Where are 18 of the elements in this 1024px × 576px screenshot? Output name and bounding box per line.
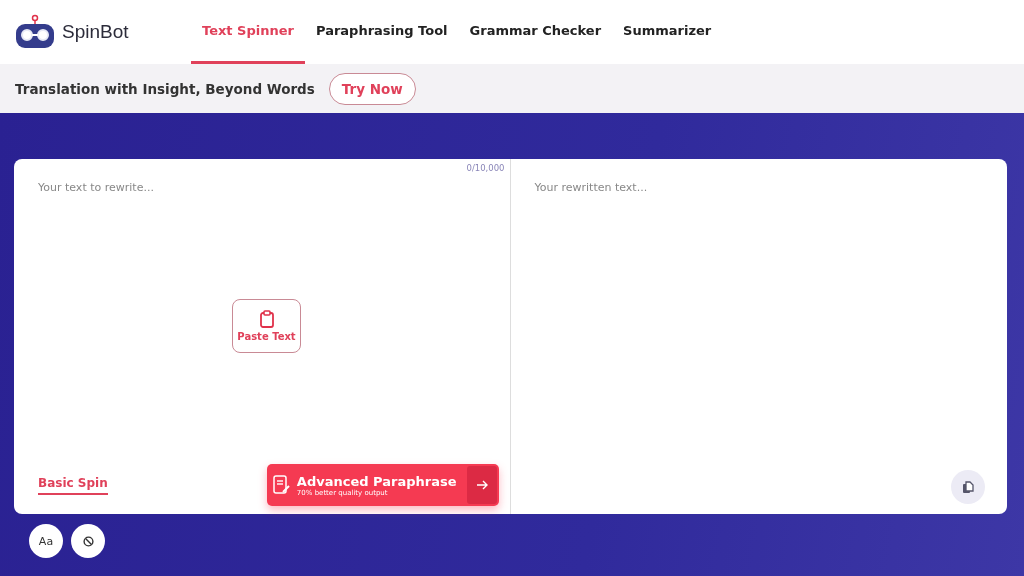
promo-text: Translation with Insight, Beyond Words bbox=[15, 80, 315, 97]
character-counter: 0/10,000 bbox=[466, 163, 505, 173]
robot-logo-icon bbox=[14, 14, 56, 50]
copy-icon bbox=[962, 480, 974, 494]
ban-icon bbox=[82, 535, 94, 547]
nav-tab[interactable]: Paraphrasing Tool bbox=[304, 0, 459, 64]
arrow-right-icon bbox=[475, 479, 488, 491]
font-button[interactable]: Aa bbox=[29, 524, 63, 558]
clipboard-icon bbox=[258, 310, 275, 328]
mode-tab[interactable]: Basic Spin bbox=[38, 475, 108, 495]
nav-tab[interactable]: Grammar Checker bbox=[458, 0, 613, 64]
brand-name: SpinBot bbox=[62, 21, 129, 43]
document-pen-icon bbox=[272, 475, 291, 495]
paste-text-button[interactable]: Paste Text bbox=[232, 299, 301, 353]
nav-tab[interactable]: Summarizer bbox=[612, 0, 723, 64]
clear-button[interactable] bbox=[71, 524, 105, 558]
output-field[interactable]: Your rewritten text... bbox=[510, 159, 1007, 514]
try-now-button[interactable]: Try Now bbox=[328, 72, 416, 105]
